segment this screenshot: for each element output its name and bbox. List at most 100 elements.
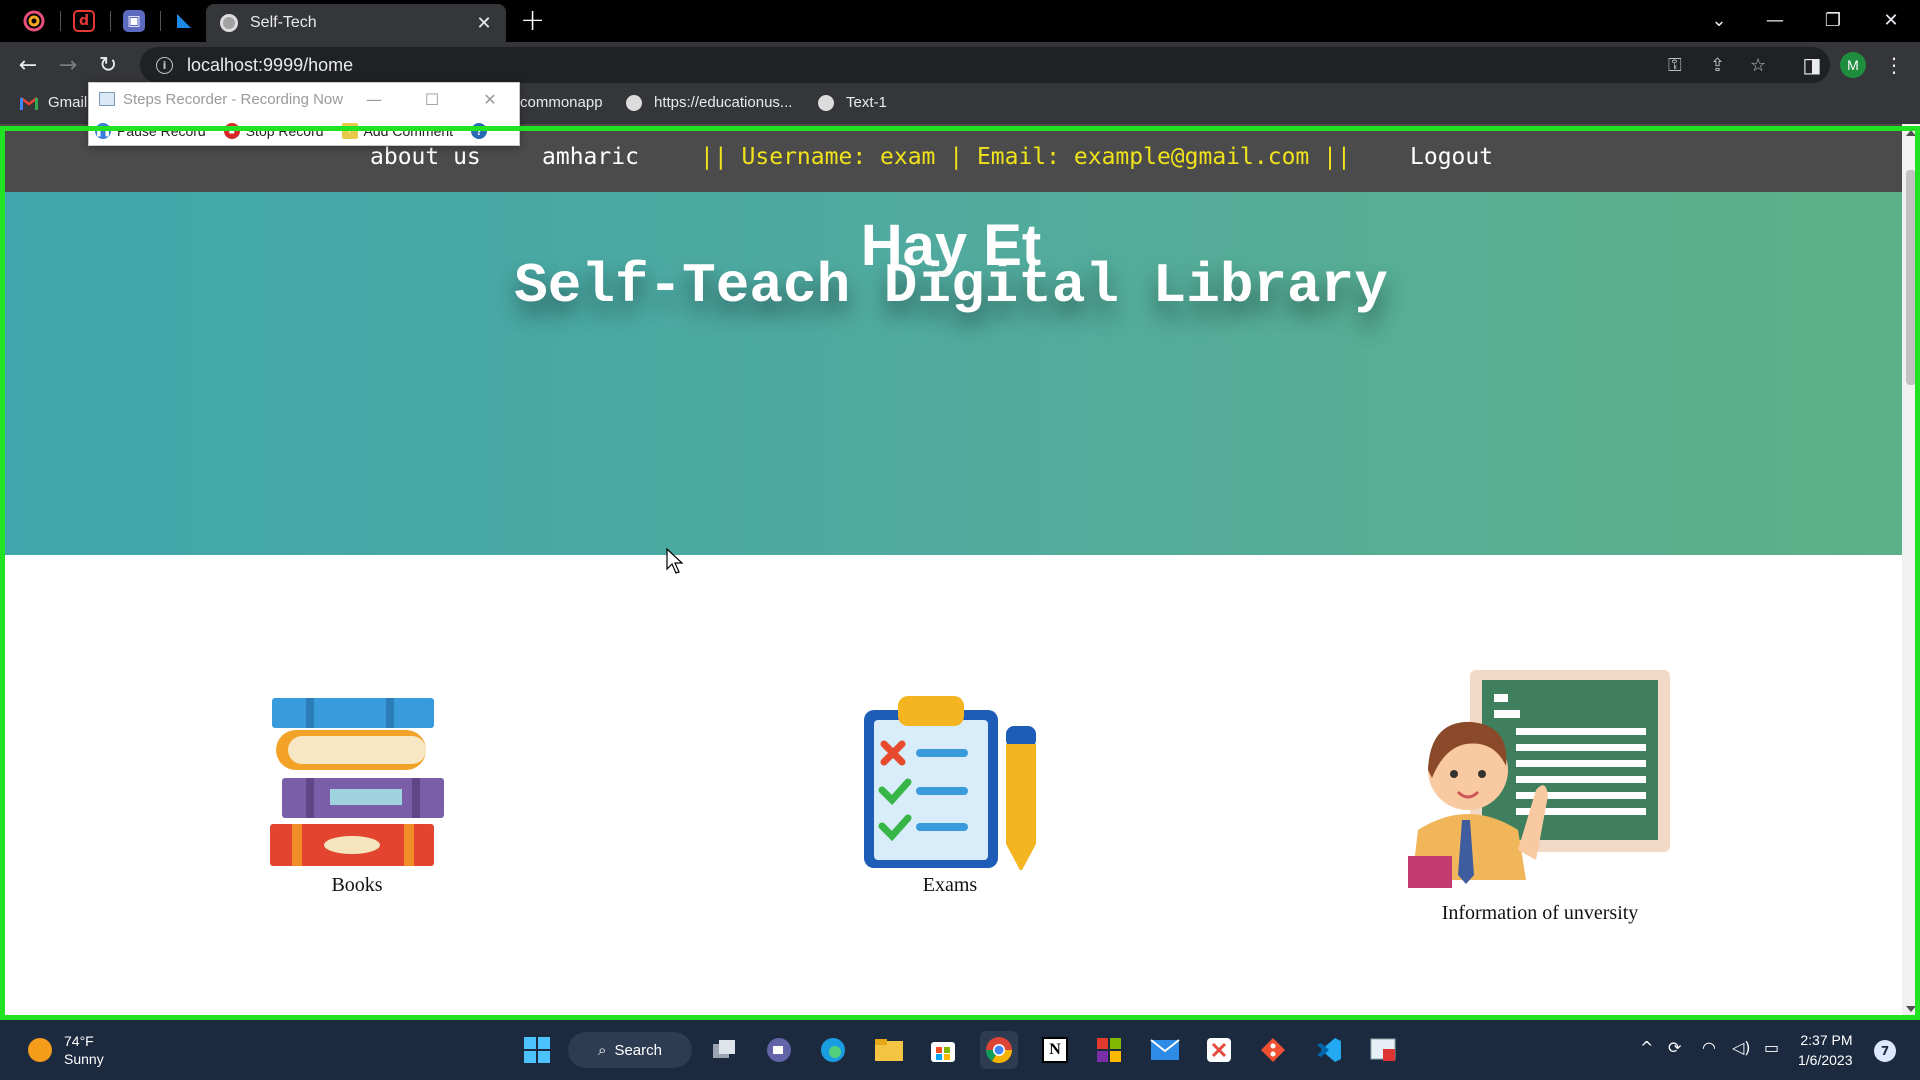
weather-desc: Sunny [64,1051,104,1067]
globe-icon [220,14,238,32]
sync-icon[interactable]: ⟳ [1668,1038,1681,1057]
scroll-up-icon[interactable] [1906,130,1916,136]
search-icon: ⌕ [598,1041,607,1059]
steps-recorder-icon [99,92,115,106]
tab-title: Self-Tech [250,14,317,31]
bookmark-label: commonapp [520,94,603,111]
weather-widget[interactable]: 74°F Sunny [28,1032,104,1068]
books-card[interactable]: Books [266,694,448,897]
nav-amharic[interactable]: amharic [542,144,639,170]
recorder-maximize-icon[interactable]: ☐ [403,83,461,115]
scroll-down-icon[interactable] [1906,1006,1916,1012]
tab-close-icon[interactable]: ✕ [474,13,494,34]
office-icon[interactable] [1090,1031,1128,1069]
pinned-tab-1[interactable] [18,7,50,35]
recorder-minimize-icon[interactable]: — [345,83,403,115]
restore-icon[interactable]: ❐ [1810,0,1856,40]
file-explorer-icon[interactable] [870,1031,908,1069]
forward-icon[interactable]: → [54,51,82,79]
notification-badge[interactable]: 7 [1874,1040,1896,1062]
edge-icon[interactable] [814,1031,852,1069]
nav-about-us[interactable]: about us [370,144,481,170]
teacher-blackboard-icon [1408,670,1670,888]
stop-record-button[interactable]: ■ Stop Record [223,123,324,139]
recorder-close-icon[interactable]: ✕ [461,83,519,115]
git-icon[interactable] [1254,1031,1292,1069]
pause-record-button[interactable]: ❚❚ Pause Record [95,123,206,139]
bookmark-label: Gmail [48,94,88,111]
mail-icon[interactable] [1146,1031,1184,1069]
share-icon[interactable]: ⇪ [1710,55,1725,76]
task-view-icon[interactable] [706,1031,744,1069]
bookmark-label: Text-1 [846,94,887,111]
weather-temp: 74°F [64,1033,94,1049]
swirl-app-icon [23,10,45,32]
university-info-card[interactable]: Information of unversity [1408,670,1672,925]
exams-card[interactable]: Exams [860,694,1040,897]
pinned-tab-3[interactable]: ▣ [118,7,150,35]
pinned-tab-2[interactable]: d [68,7,100,35]
comment-label: Add Comment [363,123,454,139]
d-app-icon: d [73,10,95,32]
tab-self-tech[interactable]: Self-Tech ✕ [206,4,506,42]
pinned-tab-4[interactable] [168,7,200,35]
store-icon[interactable] [924,1031,962,1069]
bookmark-educationus[interactable]: https://educationus... [626,94,792,111]
user-info: || Username: exam | Email: example@gmail… [700,144,1351,170]
help-icon[interactable]: ? [471,123,488,139]
bookmark-star-icon[interactable]: ☆ [1750,55,1766,76]
key-icon[interactable]: ⚿ [1668,55,1682,76]
notion-icon[interactable]: N [1036,1031,1074,1069]
menu-kebab-icon[interactable]: ⋮ [1880,51,1908,79]
page-viewport: about us amharic || Username: exam | Ema… [0,124,1920,1019]
gmail-icon [20,96,38,110]
comment-icon: + [341,123,358,139]
sun-icon [28,1038,52,1062]
wifi-icon[interactable]: ◠ [1702,1038,1716,1057]
address-bar[interactable]: i localhost:9999/home ⚿ ⇪ ☆ [140,47,1830,83]
nav-logout[interactable]: Logout [1410,144,1493,170]
books-icon [270,698,444,866]
university-info-label: Information of unversity [1441,902,1639,924]
close-window-icon[interactable]: ✕ [1868,0,1914,40]
teams-chat-icon[interactable] [760,1031,798,1069]
bookmark-commonapp[interactable]: commonapp [520,94,603,111]
system-clock[interactable]: 2:37 PM 1/6/2023 [1798,1030,1853,1070]
url-text: localhost:9999/home [187,54,354,75]
vscode-icon[interactable] [1310,1031,1348,1069]
add-comment-button[interactable]: + Add Comment [341,123,454,139]
recorder-title: Steps Recorder - Recording Now [123,90,344,108]
tab-search-icon[interactable]: ⌄ [1696,0,1742,40]
pause-label: Pause Record [117,123,206,139]
taskbar-search[interactable]: ⌕ Search [568,1032,692,1068]
page-scrollbar[interactable] [1902,124,1920,1019]
mouse-cursor-icon [666,548,684,574]
exam-clipboard-icon [864,696,1036,872]
bookmark-label: https://educationus... [654,94,793,111]
scroll-thumb[interactable] [1906,170,1916,385]
reload-icon[interactable]: ↻ [94,51,122,79]
exams-label: Exams [922,874,978,896]
hero-banner: Hay Et Self-Teach Digital Library [0,192,1902,555]
chrome-icon[interactable] [980,1031,1018,1069]
tray-chevron-icon[interactable]: ^ [1640,1038,1653,1057]
site-info-icon[interactable]: i [156,56,173,74]
steps-recorder-window[interactable]: Steps Recorder - Recording Now — ☐ ✕ ❚❚ … [88,82,520,146]
discord-icon: ▣ [123,10,145,32]
bookmark-text-1[interactable]: Text-1 [818,94,887,111]
battery-icon[interactable]: ▭ [1764,1038,1779,1057]
back-icon[interactable]: ← [14,51,42,79]
side-panel-icon[interactable]: ◨ [1798,51,1826,79]
start-icon[interactable] [518,1031,556,1069]
search-label: Search [614,1041,662,1059]
windows-taskbar: 74°F Sunny ⌕ Search N ^ ⟳ ◠ ◁) ▭ 2:37 PM… [0,1020,1920,1080]
minimize-icon[interactable]: — [1752,0,1798,40]
volume-icon[interactable]: ◁) [1732,1038,1751,1057]
snipping-tool-icon[interactable] [1200,1031,1238,1069]
profile-avatar[interactable]: M [1840,52,1866,78]
browser-tabstrip: d ▣ Self-Tech ✕ + ⌄ — ❐ ✕ [0,0,1920,42]
bookmark-gmail[interactable]: Gmail [20,94,87,111]
new-tab-icon[interactable]: + [520,6,545,36]
books-label: Books [331,874,383,896]
steps-recorder-taskbar-icon[interactable] [1364,1031,1402,1069]
